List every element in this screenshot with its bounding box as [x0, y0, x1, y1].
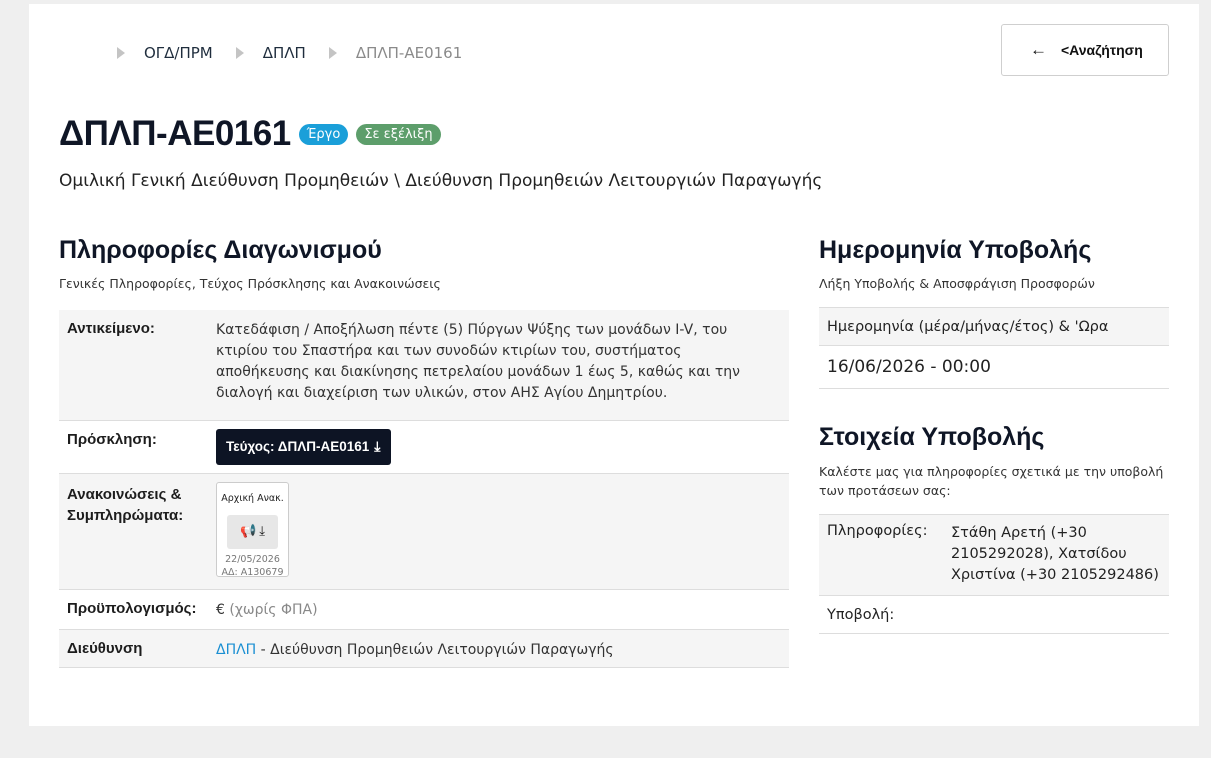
breadcrumb-item-ogd[interactable]: ΟΓΔ/ΠΡΜ — [117, 44, 236, 62]
table-row-budget: Προϋπολογισμός: € (χωρίς ΦΠΑ) — [59, 589, 789, 630]
subject-value: Κατεδάφιση / Αποξήλωση πέντε (5) Πύργων … — [208, 310, 789, 421]
download-icon: ⤓ — [374, 438, 381, 454]
directorate-value: ΔΠΛΠ - Διεύθυνση Προμηθειών Λειτουργιών … — [208, 629, 789, 668]
submission-date-value: 16/06/2026 - 00:00 — [819, 345, 1169, 389]
megaphone-icon: 📢 — [240, 524, 257, 539]
tender-info-title: Πληροφορίες Διαγωνισμού — [59, 236, 382, 264]
submission-date-table: Ημερομηνία (μέρα/μήνας/έτος) & 'Ωρα 16/0… — [819, 307, 1169, 389]
breadcrumb: ΟΓΔ/ΠΡΜ ΔΠΛΠ ΔΠΛΠ-ΑΕ0161 — [117, 44, 462, 62]
download-invitation-button[interactable]: Τεύχος: ΔΠΛΠ-ΑΕ0161 ⤓ — [216, 428, 391, 465]
breadcrumb-item-current: ΔΠΛΠ-ΑΕ0161 — [328, 44, 463, 62]
submission-details-subtitle: Καλέστε μας για πληροφορίες σχετικά με τ… — [819, 464, 1164, 498]
announcement-title: Αρχική Ανακ. — [221, 492, 284, 504]
submission-date-header: Ημερομηνία (μέρα/μήνας/έτος) & 'Ωρα — [819, 307, 1169, 346]
breadcrumb-current-label: ΔΠΛΠ-ΑΕ0161 — [355, 44, 463, 62]
breadcrumb-link[interactable]: ΔΠΛΠ — [263, 44, 306, 62]
download-icon: ⤓ — [259, 524, 265, 539]
page-subtitle: Ομιλική Γενική Διεύθυνση Προμηθειών \ Δι… — [59, 171, 823, 191]
table-row-announcements: Ανακοινώσεις & Συμπληρώματα: Αρχική Ανακ… — [59, 473, 789, 590]
main-card: ΟΓΔ/ΠΡΜ ΔΠΛΠ ΔΠΛΠ-ΑΕ0161 ← <Αναζήτηση ΔΠ… — [29, 4, 1199, 726]
title-row: ΔΠΛΠ-ΑΕ0161 Έργο Σε εξέλιξη — [59, 114, 441, 154]
budget-note: (χωρίς ΦΠΑ) — [229, 601, 318, 618]
submission-value — [943, 595, 1169, 634]
directorate-link[interactable]: ΔΠΛΠ — [216, 642, 256, 658]
invitation-cell: Τεύχος: ΔΠΛΠ-ΑΕ0161 ⤓ — [208, 420, 789, 474]
back-button-label: <Αναζήτηση — [1061, 42, 1143, 58]
table-row: Πληροφορίες: Στάθη Αρετή (+30 2105292028… — [819, 514, 1169, 596]
type-badge: Έργο — [298, 123, 349, 145]
budget-label: Προϋπολογισμός: — [59, 589, 208, 630]
invitation-button-label: Τεύχος: ΔΠΛΠ-ΑΕ0161 — [226, 439, 370, 454]
back-to-search-button[interactable]: ← <Αναζήτηση — [1001, 24, 1169, 76]
submission-date-subtitle: Λήξη Υποβολής & Αποσφράγιση Προσφορών — [819, 276, 1095, 291]
invitation-label: Πρόσκληση: — [59, 420, 208, 474]
table-row: Ημερομηνία (μέρα/μήνας/έτος) & 'Ωρα — [819, 307, 1169, 346]
directorate-label: Διεύθυνση — [59, 629, 208, 668]
table-row: 16/06/2026 - 00:00 — [819, 345, 1169, 389]
announcements-cell: Αρχική Ανακ. 📢 ⤓ 22/05/2026 ΑΔ: A130679 — [208, 473, 789, 590]
table-row-directorate: Διεύθυνση ΔΠΛΠ - Διεύθυνση Προμηθειών Λε… — [59, 629, 789, 668]
tender-info-subtitle: Γενικές Πληροφορίες, Τεύχος Πρόσκλησης κ… — [59, 276, 441, 291]
table-row-invitation: Πρόσκληση: Τεύχος: ΔΠΛΠ-ΑΕ0161 ⤓ — [59, 420, 789, 474]
submission-date-title: Ημερομηνία Υποβολής — [819, 236, 1092, 264]
announcement-date: 22/05/2026 — [225, 553, 280, 565]
announcements-label: Ανακοινώσεις & Συμπληρώματα: — [59, 473, 208, 590]
submission-label: Υποβολή: — [819, 595, 943, 634]
breadcrumb-link[interactable]: ΟΓΔ/ΠΡΜ — [144, 44, 213, 62]
announcement-ref: ΑΔ: A130679 — [221, 566, 284, 578]
tender-info-table: Αντικείμενο: Κατεδάφιση / Αποξήλωση πέντ… — [59, 310, 789, 668]
budget-currency: € — [216, 601, 225, 618]
arrow-left-icon: ← — [1030, 40, 1047, 59]
status-badge: Σε εξέλιξη — [356, 123, 441, 145]
page-title: ΔΠΛΠ-ΑΕ0161 — [59, 114, 291, 153]
submission-details-table: Πληροφορίες: Στάθη Αρετή (+30 2105292028… — [819, 514, 1169, 634]
breadcrumb-arrow-icon — [328, 47, 337, 59]
info-label: Πληροφορίες: — [819, 514, 943, 596]
info-value: Στάθη Αρετή (+30 2105292028), Χατσίδου Χ… — [943, 514, 1169, 596]
table-row: Υποβολή: — [819, 595, 1169, 634]
announcement-download-button[interactable]: 📢 ⤓ — [227, 514, 278, 549]
submission-details-title: Στοιχεία Υποβολής — [819, 423, 1045, 451]
subject-label: Αντικείμενο: — [59, 310, 208, 421]
directorate-text: - Διεύθυνση Προμηθειών Λειτουργιών Παραγ… — [256, 641, 614, 658]
budget-value: € (χωρίς ΦΠΑ) — [208, 589, 789, 630]
breadcrumb-arrow-icon — [235, 47, 244, 59]
breadcrumb-arrow-icon — [117, 47, 125, 59]
announcement-card: Αρχική Ανακ. 📢 ⤓ 22/05/2026 ΑΔ: A130679 — [216, 481, 289, 578]
table-row-subject: Αντικείμενο: Κατεδάφιση / Αποξήλωση πέντ… — [59, 310, 789, 421]
breadcrumb-item-dplp[interactable]: ΔΠΛΠ — [235, 44, 329, 62]
